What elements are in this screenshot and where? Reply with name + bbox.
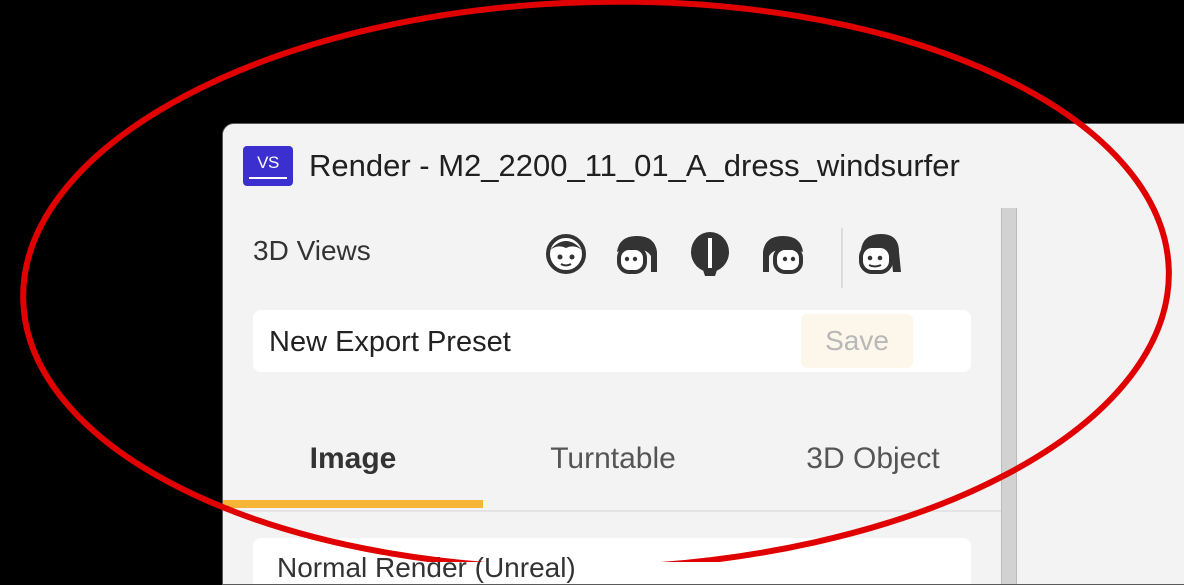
icon-divider bbox=[841, 228, 843, 288]
export-preset-box: Save bbox=[253, 310, 971, 374]
view-three-quarter-icon[interactable] bbox=[855, 228, 905, 278]
render-settings-panel: 3D Views New Export Preset Save Image Tu… bbox=[223, 208, 1003, 584]
export-tabs: Image Turntable 3D Object bbox=[223, 414, 1003, 514]
app-logo: VS bbox=[243, 146, 293, 186]
view-icons-group bbox=[541, 228, 921, 288]
render-window: VS Render - M2_2200_11_01_A_dress_windsu… bbox=[222, 123, 1184, 585]
window-title: Render - M2_2200_11_01_A_dress_windsurfe… bbox=[309, 148, 960, 183]
export-preset-input[interactable] bbox=[267, 310, 771, 374]
panel-scrollbar[interactable] bbox=[1001, 208, 1017, 584]
tab-divider bbox=[223, 510, 1003, 512]
tab-3d-object[interactable]: 3D Object bbox=[743, 414, 1003, 504]
active-tab-indicator bbox=[223, 500, 483, 508]
title-bar: VS Render - M2_2200_11_01_A_dress_windsu… bbox=[223, 124, 1184, 208]
view-front-icon[interactable] bbox=[541, 228, 591, 278]
save-preset-button[interactable]: Save bbox=[801, 314, 913, 368]
tab-turntable[interactable]: Turntable bbox=[483, 414, 743, 504]
tab-image[interactable]: Image bbox=[223, 414, 483, 504]
view-right-icon[interactable] bbox=[757, 228, 807, 278]
view-left-icon[interactable] bbox=[613, 228, 663, 278]
view-back-icon[interactable] bbox=[685, 228, 735, 278]
views-label: 3D Views bbox=[253, 235, 371, 266]
